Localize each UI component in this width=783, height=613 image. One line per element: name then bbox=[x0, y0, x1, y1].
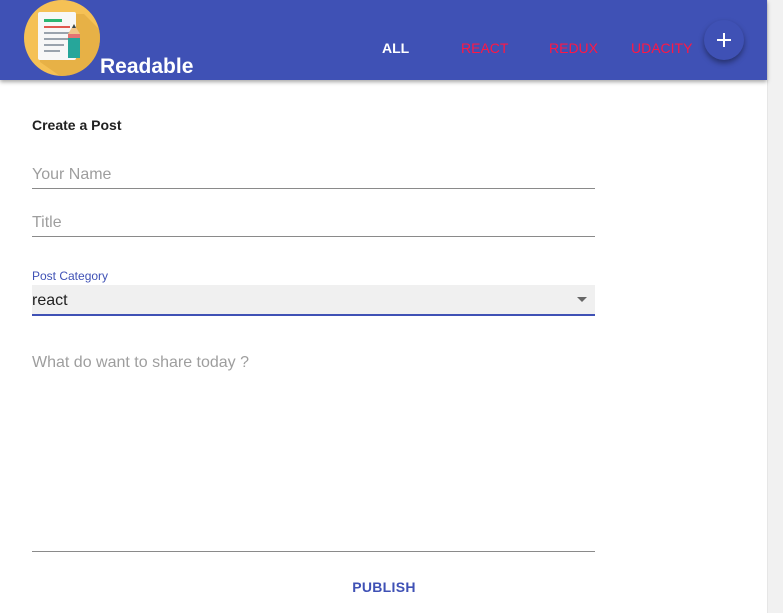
document-pencil-icon bbox=[38, 12, 100, 76]
nav-link-udacity[interactable]: UDACITY bbox=[631, 40, 692, 56]
nav-link-all[interactable]: ALL bbox=[382, 40, 409, 56]
plus-icon bbox=[717, 33, 731, 47]
post-body-textarea[interactable] bbox=[32, 354, 595, 552]
post-title-input[interactable] bbox=[32, 210, 595, 237]
form-title: Create a Post bbox=[32, 117, 122, 133]
category-select[interactable]: react bbox=[32, 285, 595, 316]
app-title[interactable]: Readable bbox=[100, 55, 193, 79]
app-bar: Readable ALL REACT REDUX UDACITY bbox=[0, 0, 767, 80]
nav-link-redux[interactable]: REDUX bbox=[549, 40, 598, 56]
add-post-button[interactable] bbox=[704, 20, 744, 60]
nav-link-react[interactable]: REACT bbox=[461, 40, 508, 56]
dropdown-arrow-icon bbox=[577, 297, 587, 302]
publish-button[interactable]: PUBLISH bbox=[344, 572, 424, 602]
vertical-scrollbar[interactable] bbox=[767, 0, 783, 613]
category-label: Post Category bbox=[32, 269, 109, 283]
app-logo[interactable] bbox=[24, 0, 100, 76]
category-selected-value: react bbox=[32, 292, 68, 309]
author-name-input[interactable] bbox=[32, 162, 595, 189]
